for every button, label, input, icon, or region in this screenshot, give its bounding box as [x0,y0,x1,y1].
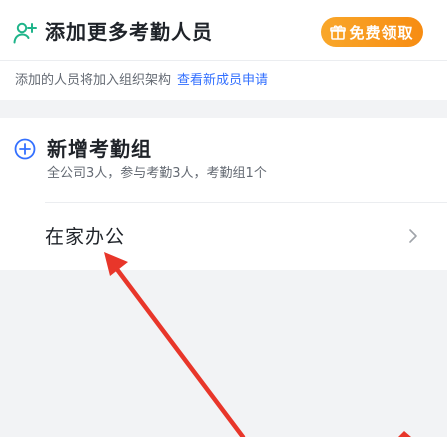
attendance-group-name: 在家办公 [45,226,126,248]
red-arrow-annotation [104,252,246,437]
member-info-row: 添加的人员将加入组织架构 查看新成员申请 [15,70,435,92]
add-members-header[interactable]: 添加更多考勤人员 免费领取 [0,12,447,52]
gift-icon [330,25,347,40]
red-arrow-annotation-partial [398,431,411,437]
free-claim-button[interactable]: 免费领取 [321,17,423,47]
plus-circle-icon [14,138,36,160]
add-attendance-group-row[interactable]: 新增考勤组 全公司3人，参与考勤3人，考勤组1个 [0,118,447,202]
member-info-text: 添加的人员将加入组织架构 [15,73,172,88]
add-members-card: 添加更多考勤人员 免费领取 添加的人员将加入组织架构 查看新成员申请 [0,0,447,100]
attendance-settings-page: 添加更多考勤人员 免费领取 添加的人员将加入组织架构 查看新成员申请 新增考勤组… [0,0,447,437]
attendance-groups-card: 新增考勤组 全公司3人，参与考勤3人，考勤组1个 在家办公 [0,118,447,270]
add-group-stats: 全公司3人，参与考勤3人，考勤组1个 [47,166,267,181]
view-new-member-requests-link[interactable]: 查看新成员申请 [177,73,268,88]
add-group-title: 新增考勤组 [47,137,152,161]
person-add-icon [13,22,37,44]
divider [0,60,447,61]
free-claim-label: 免费领取 [349,24,414,42]
attendance-group-item[interactable]: 在家办公 [0,203,447,270]
chevron-right-icon [409,229,417,243]
add-members-title: 添加更多考勤人员 [45,20,213,44]
